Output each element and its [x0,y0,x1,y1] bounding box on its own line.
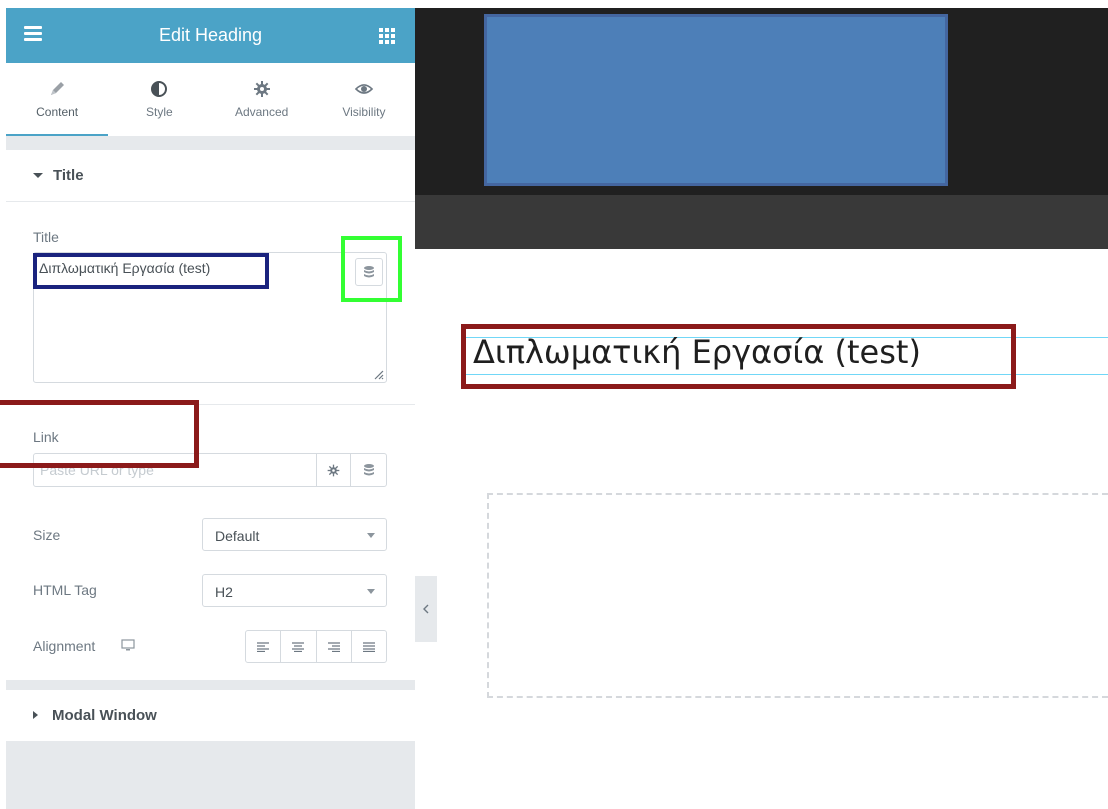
link-options-button[interactable] [316,454,349,486]
link-url-input[interactable] [34,454,316,486]
editor-panel: Edit Heading Content Style Advanced Visi… [6,8,415,809]
align-right-button[interactable] [317,631,352,662]
gear-icon [327,464,339,476]
link-dynamic-tags-button[interactable] [350,454,387,486]
preview-heading[interactable]: Διπλωματική Εργασία (test) [473,333,921,371]
html-tag-field-label: HTML Tag [33,582,97,598]
resize-grip-icon[interactable] [372,368,384,380]
html-tag-select-value: H2 [215,584,233,600]
tab-advanced-label: Advanced [234,105,289,119]
eye-icon [354,84,374,94]
html-tag-select[interactable]: H2 [202,574,387,607]
link-url-control [33,453,387,487]
title-textarea[interactable]: Διπλωματική Εργασία (test) [33,252,387,383]
panel-title: Edit Heading [158,25,263,45]
align-left-icon [257,641,270,652]
tab-style-label: Style [146,105,173,119]
panel-collapse-button[interactable] [415,576,437,642]
apps-grid-icon[interactable] [379,28,395,44]
section-divider [6,136,415,150]
caret-down-icon [33,173,43,178]
half-circle-icon [151,81,168,97]
section-modal-window-label: Modal Window [52,707,157,724]
section-title-header[interactable]: Title [6,150,415,202]
tab-style[interactable]: Style [108,63,210,136]
section-modal-window-header[interactable]: Modal Window [6,690,415,741]
section-title-label: Title [53,167,84,184]
alignment-choices [245,630,387,663]
gear-icon [253,81,270,97]
size-field-label: Size [33,527,61,543]
chevron-left-icon [423,604,429,614]
size-select[interactable]: Default [202,518,387,551]
alignment-field-label: Alignment [33,638,96,654]
align-justify-icon [362,641,375,652]
tab-content[interactable]: Content [6,63,109,136]
database-icon [364,266,374,278]
align-right-icon [327,641,340,652]
link-size-tag-controls: Link Size Default HTML Tag H2 Alignment [6,405,415,680]
tab-advanced[interactable]: Advanced [211,63,313,136]
tab-visibility-label: Visibility [342,105,386,119]
pencil-icon [51,82,65,95]
panel-tabs: Content Style Advanced Visibility [6,63,415,136]
caret-right-icon [33,711,38,719]
link-field-label: Link [33,429,59,445]
panel-header: Edit Heading [6,8,415,63]
align-left-button[interactable] [246,631,282,662]
heading-guide-bottom [462,374,1108,375]
preview-empty-section[interactable] [487,493,1108,698]
title-dynamic-tags-button[interactable] [355,258,383,286]
align-justify-button[interactable] [352,631,386,662]
database-icon [364,464,374,476]
preview-blue-block [484,14,948,186]
align-center-button[interactable] [281,631,317,662]
title-control: Title Διπλωματική Εργασία (test) [6,202,415,405]
align-center-icon [292,641,305,652]
desktop-icon[interactable] [121,639,135,651]
chevron-down-icon [367,533,375,538]
tab-content-label: Content [36,105,79,119]
size-select-value: Default [215,528,260,544]
title-textarea-value: Διπλωματική Εργασία (test) [39,260,211,276]
preview-gray-band [415,195,1108,249]
chevron-down-icon [367,589,375,594]
title-field-label: Title [33,229,59,245]
tab-visibility[interactable]: Visibility [313,63,415,136]
